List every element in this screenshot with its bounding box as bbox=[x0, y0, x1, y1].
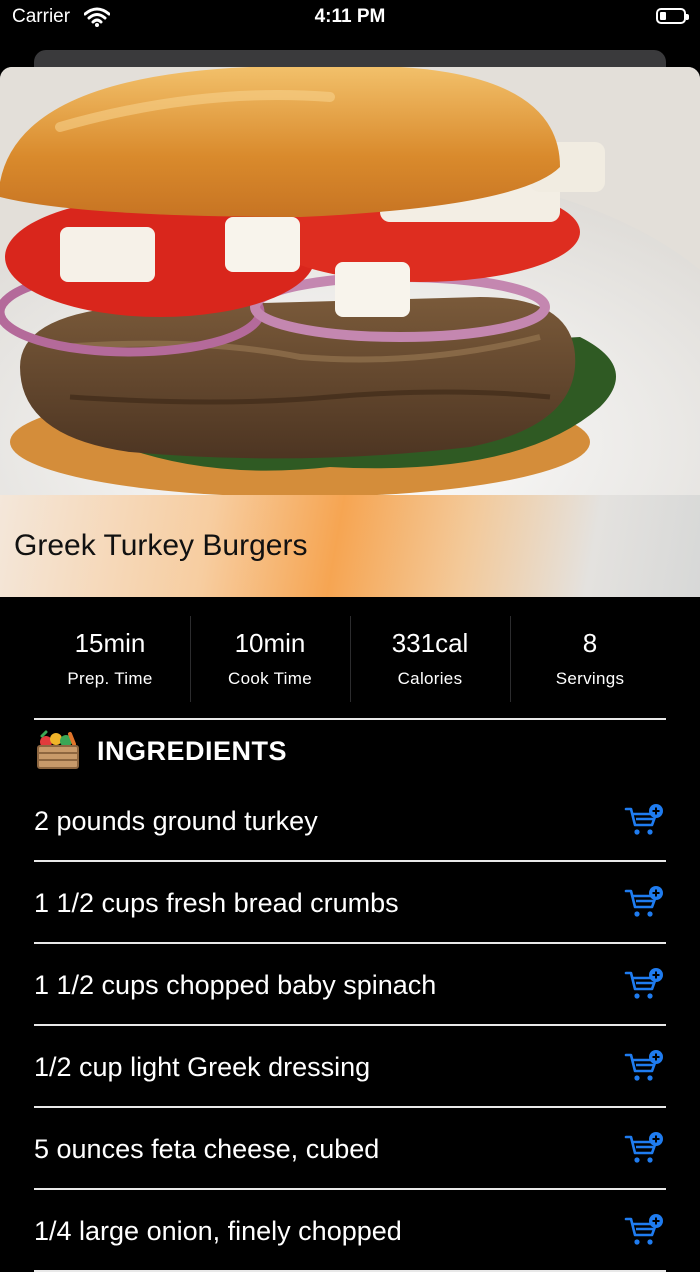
ingredients-title: INGREDIENTS bbox=[97, 736, 288, 766]
add-to-cart-button[interactable] bbox=[624, 1214, 664, 1248]
ingredient-text: 2 pounds ground turkey bbox=[34, 806, 318, 836]
battery-icon bbox=[656, 8, 689, 24]
stat-value: 10min bbox=[234, 628, 306, 658]
status-bar: Carrier 4:11 PM bbox=[0, 0, 700, 36]
ingredient-text: 1 1/2 cups chopped baby spinach bbox=[34, 970, 437, 1000]
stat-prep-time: 15min Prep. Time bbox=[30, 616, 190, 702]
stat-calories: 331cal Calories bbox=[350, 616, 510, 702]
ingredient-row: 1 1/2 cups fresh bread crumbs bbox=[34, 862, 666, 944]
cart-add-icon bbox=[624, 804, 663, 835]
add-to-cart-button[interactable] bbox=[624, 1050, 664, 1084]
add-to-cart-button[interactable] bbox=[624, 804, 664, 838]
stat-value: 331cal bbox=[391, 628, 469, 658]
ingredient-row: 1/2 cup light Greek dressing bbox=[34, 1026, 666, 1108]
stat-label: Calories bbox=[397, 669, 463, 688]
ingredient-row: 1 1/2 cups chopped baby spinach bbox=[34, 944, 666, 1026]
recipe-title-band: Greek Turkey Burgers bbox=[0, 495, 700, 597]
add-to-cart-button[interactable] bbox=[624, 1132, 664, 1166]
stat-servings: 8 Servings bbox=[510, 616, 670, 702]
cart-add-icon bbox=[624, 886, 663, 917]
stat-value: 8 bbox=[582, 628, 598, 658]
ingredient-text: 5 ounces feta cheese, cubed bbox=[34, 1134, 380, 1164]
ingredient-row: 2 pounds ground turkey bbox=[34, 780, 666, 862]
cart-add-icon bbox=[624, 968, 663, 999]
stat-label: Prep. Time bbox=[67, 669, 153, 688]
add-to-cart-button[interactable] bbox=[624, 886, 664, 920]
ingredient-row: 5 ounces feta cheese, cubed bbox=[34, 1108, 666, 1190]
ingredient-text: 1/2 cup light Greek dressing bbox=[34, 1052, 371, 1082]
ingredient-text: 1 1/2 cups fresh bread crumbs bbox=[34, 888, 399, 918]
recipe-stats: 15min Prep. Time 10min Cook Time 331cal … bbox=[30, 616, 670, 702]
ingredients-list: 2 pounds ground turkey 1 1/2 cups fresh … bbox=[34, 780, 666, 1272]
stat-label: Servings bbox=[555, 669, 625, 688]
cart-add-icon bbox=[624, 1050, 663, 1081]
ingredient-row: 1/4 large onion, finely chopped bbox=[34, 1190, 666, 1272]
stat-value: 15min bbox=[74, 628, 146, 658]
recipe-hero-image bbox=[0, 67, 700, 497]
vegetable-crate-icon bbox=[36, 730, 80, 775]
cart-add-icon bbox=[624, 1132, 663, 1163]
clock: 4:11 PM bbox=[314, 6, 386, 27]
ingredients-header: INGREDIENTS bbox=[34, 728, 666, 774]
stat-label: Cook Time bbox=[228, 669, 312, 688]
stat-cook-time: 10min Cook Time bbox=[190, 616, 350, 702]
add-to-cart-button[interactable] bbox=[624, 968, 664, 1002]
cart-add-icon bbox=[624, 1214, 663, 1245]
ingredient-text: 1/4 large onion, finely chopped bbox=[34, 1216, 402, 1246]
recipe-title: Greek Turkey Burgers bbox=[14, 529, 308, 562]
section-divider bbox=[34, 718, 666, 720]
